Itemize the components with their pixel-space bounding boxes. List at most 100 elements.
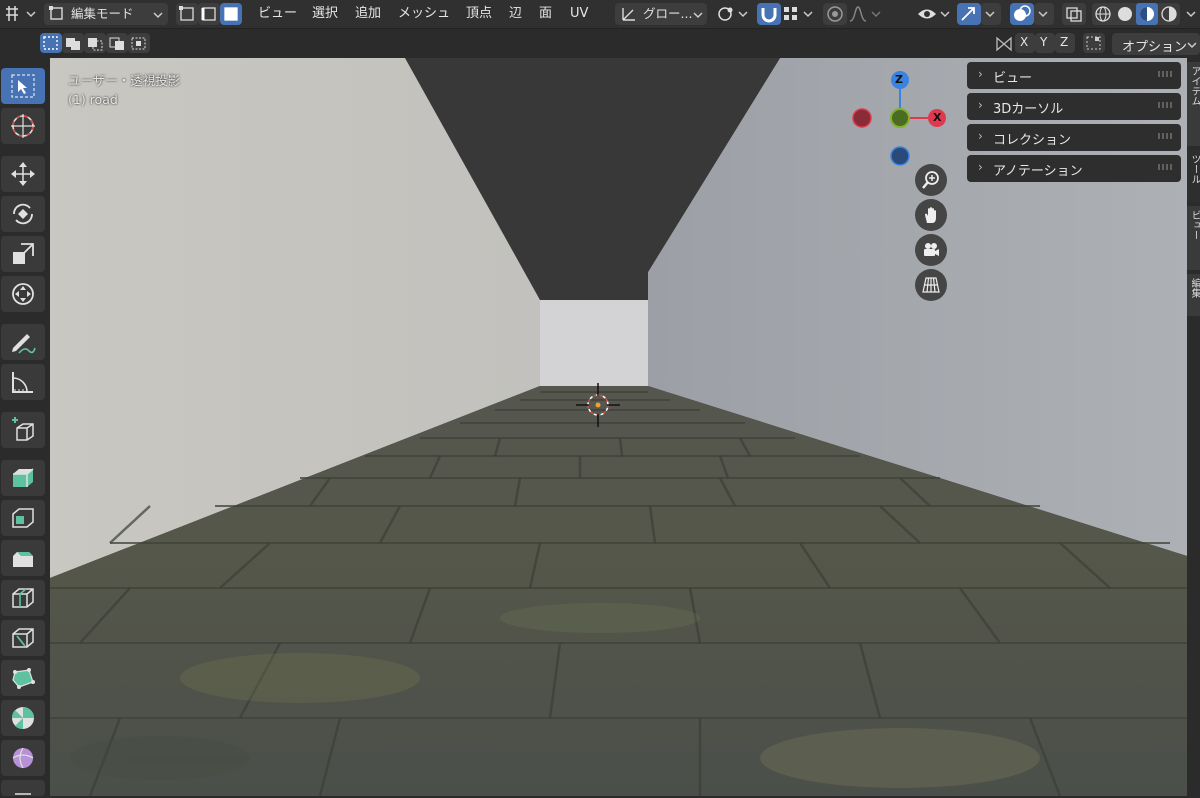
pan-button[interactable] bbox=[915, 199, 947, 231]
camera-view-button[interactable] bbox=[915, 234, 947, 266]
rendered-shading-icon[interactable] bbox=[1158, 3, 1180, 25]
overlay-toggle[interactable] bbox=[1010, 3, 1034, 25]
gizmo-dropdown[interactable] bbox=[981, 3, 1001, 25]
sidebar-panel-annotation[interactable]: › アノテーション bbox=[967, 155, 1181, 182]
bevel-icon bbox=[13, 552, 33, 567]
tool-settings-bar: X Y Z オプション bbox=[0, 29, 1200, 58]
transform-orientation-dropdown[interactable]: グロー... bbox=[615, 3, 707, 25]
edge-select-button[interactable] bbox=[198, 3, 220, 25]
chevron-down-icon bbox=[1038, 11, 1048, 18]
extrude-tool[interactable] bbox=[1, 460, 45, 496]
overlay-dropdown[interactable] bbox=[1034, 3, 1054, 25]
transform-tool[interactable] bbox=[1, 276, 45, 312]
falloff-dropdown[interactable] bbox=[847, 3, 883, 25]
menu-face[interactable]: 面 bbox=[539, 4, 552, 24]
add-cube-tool[interactable] bbox=[1, 412, 45, 448]
perspective-toggle-button[interactable] bbox=[915, 269, 947, 301]
sidebar-panel-view[interactable]: › ビュー bbox=[967, 62, 1181, 89]
annotate-tool[interactable] bbox=[1, 324, 45, 360]
sidebar-panel-3d-cursor[interactable]: › 3Dカーソル bbox=[967, 93, 1181, 120]
select-new-button[interactable] bbox=[40, 33, 62, 53]
camera-icon bbox=[924, 243, 939, 256]
chevron-down-icon bbox=[985, 11, 995, 18]
sidebar-panel-collection[interactable]: › コレクション bbox=[967, 124, 1181, 151]
drag-grip-icon[interactable] bbox=[1158, 164, 1172, 170]
wireframe-shading-icon[interactable] bbox=[1092, 3, 1114, 25]
options-dropdown[interactable]: オプション bbox=[1112, 33, 1200, 55]
menu-edge[interactable]: 辺 bbox=[509, 4, 522, 24]
loop-cut-tool[interactable] bbox=[1, 580, 45, 616]
mirror-butterfly-icon bbox=[996, 36, 1012, 52]
editor-type-button[interactable] bbox=[2, 3, 38, 25]
mode-label: 編集モード bbox=[71, 6, 134, 21]
side-tab-item[interactable]: アイテム bbox=[1187, 62, 1200, 146]
mirror-y-label: Y bbox=[1040, 35, 1048, 49]
face-select-button[interactable] bbox=[220, 3, 242, 25]
orientation-label: グロー... bbox=[643, 6, 693, 21]
overlay-icon bbox=[1014, 5, 1031, 21]
mirror-z-toggle[interactable]: Z bbox=[1055, 33, 1075, 53]
mirror-x-toggle[interactable]: X bbox=[1015, 33, 1035, 53]
side-tab-tool[interactable]: ツール bbox=[1187, 150, 1200, 202]
menu-vertex[interactable]: 頂点 bbox=[466, 4, 492, 24]
select-intersect-button[interactable] bbox=[128, 33, 150, 53]
edge-select-icon bbox=[201, 7, 216, 21]
mirror-z-label: Z bbox=[1060, 35, 1069, 49]
measure-tool[interactable] bbox=[1, 364, 45, 400]
gizmo-z-label: Z bbox=[895, 73, 903, 86]
drag-grip-icon[interactable] bbox=[1158, 71, 1172, 77]
smooth-tool[interactable] bbox=[1, 740, 45, 776]
spin-icon bbox=[11, 707, 34, 730]
poly-build-icon bbox=[12, 668, 35, 689]
snap-toggle[interactable] bbox=[757, 3, 781, 25]
edit-mode-icon bbox=[49, 6, 63, 20]
chevron-down-icon[interactable] bbox=[1184, 7, 1198, 21]
solid-shading-icon[interactable] bbox=[1114, 3, 1136, 25]
pivot-point-dropdown[interactable] bbox=[715, 3, 751, 25]
drag-grip-icon[interactable] bbox=[1158, 133, 1172, 139]
select-box-tool[interactable] bbox=[1, 68, 45, 104]
cursor-tool[interactable] bbox=[1, 108, 45, 144]
material-shading-active[interactable] bbox=[1136, 3, 1158, 25]
measure-icon bbox=[12, 372, 33, 393]
menu-mesh[interactable]: メッシュ bbox=[398, 4, 450, 24]
knife-tool[interactable] bbox=[1, 620, 45, 656]
inset-tool[interactable] bbox=[1, 500, 45, 536]
snap-grid-icon bbox=[784, 7, 813, 20]
spin-tool[interactable] bbox=[1, 700, 45, 736]
menu-add[interactable]: 追加 bbox=[355, 4, 381, 24]
select-extend-button[interactable] bbox=[62, 33, 84, 53]
orientation-icon bbox=[622, 8, 635, 21]
chevron-down-icon bbox=[153, 12, 163, 19]
menu-select[interactable]: 選択 bbox=[312, 4, 338, 24]
zoom-button[interactable] bbox=[915, 164, 947, 196]
select-invert-button[interactable] bbox=[106, 33, 128, 53]
falloff-curve-icon bbox=[849, 6, 881, 22]
auto-merge-toggle[interactable] bbox=[1083, 33, 1105, 53]
snap-target-dropdown[interactable] bbox=[781, 3, 817, 25]
visibility-dropdown[interactable] bbox=[916, 3, 952, 25]
options-label: オプション bbox=[1122, 40, 1188, 55]
side-tab-view[interactable]: ビュー bbox=[1187, 206, 1200, 270]
xray-toggle[interactable] bbox=[1062, 3, 1086, 25]
shrink-tool[interactable] bbox=[1, 780, 45, 796]
bevel-tool[interactable] bbox=[1, 540, 45, 576]
side-tab-edit[interactable]: 編集 bbox=[1187, 274, 1200, 316]
proportional-edit-toggle[interactable] bbox=[823, 3, 847, 25]
vertex-select-button[interactable] bbox=[176, 3, 198, 25]
menu-uv[interactable]: UV bbox=[570, 4, 588, 24]
mode-dropdown[interactable]: 編集モード bbox=[44, 3, 168, 25]
chevron-down-icon bbox=[1187, 42, 1197, 49]
header-bar: 編集モード ビュー 選択 追加 メッシュ 頂点 辺 面 UV グロー... bbox=[0, 0, 1200, 29]
gizmo-toggle[interactable] bbox=[957, 3, 981, 25]
move-tool[interactable] bbox=[1, 156, 45, 192]
select-subtract-button[interactable] bbox=[84, 33, 106, 53]
transform-icon bbox=[12, 283, 34, 305]
menu-view[interactable]: ビュー bbox=[258, 4, 297, 24]
scale-tool[interactable] bbox=[1, 236, 45, 272]
poly-build-tool[interactable] bbox=[1, 660, 45, 696]
rotate-tool[interactable] bbox=[1, 196, 45, 232]
mirror-y-toggle[interactable]: Y bbox=[1035, 33, 1055, 53]
drag-grip-icon[interactable] bbox=[1158, 102, 1172, 108]
3d-viewport[interactable]: ユーザー・透視投影 (1) road Z X › ビュー › 3Dカーソル › … bbox=[0, 58, 1200, 796]
